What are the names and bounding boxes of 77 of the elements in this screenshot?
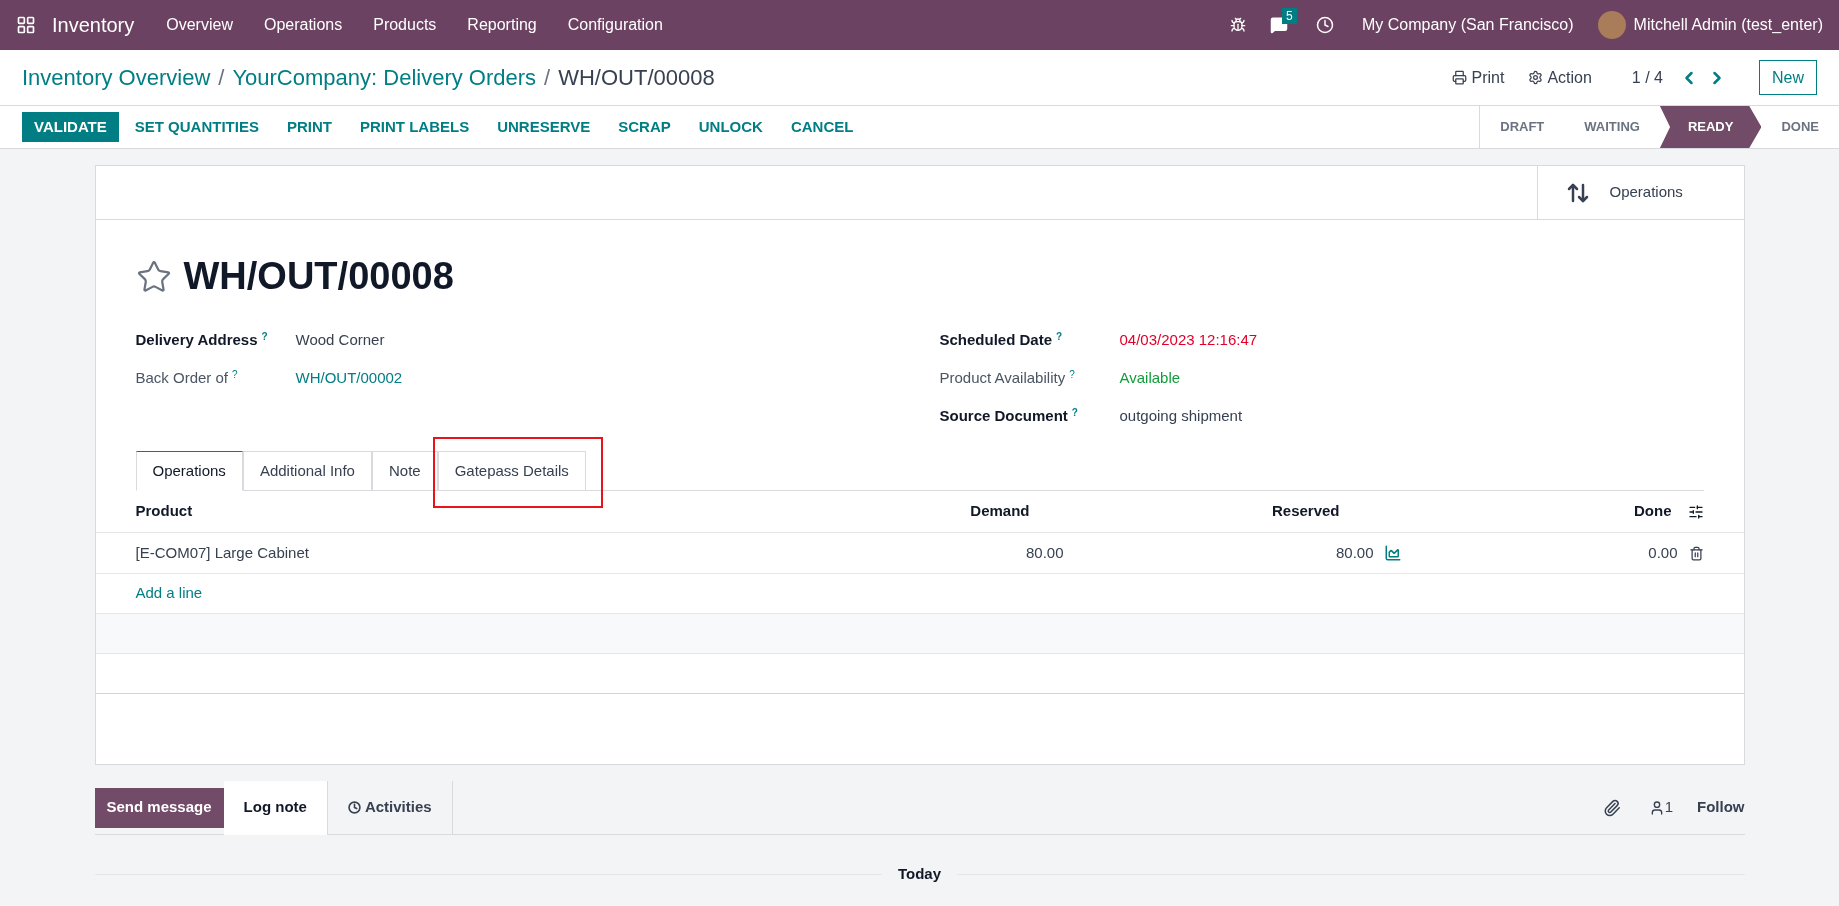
message-count: 5 (1281, 8, 1297, 24)
send-message-button[interactable]: Send message (94, 787, 224, 828)
printer-icon (1452, 70, 1468, 85)
debug-icon[interactable] (1229, 17, 1246, 33)
breadcrumb-link[interactable]: YourCompany: Delivery Orders (232, 61, 537, 94)
menu-item[interactable]: Configuration (567, 13, 663, 37)
form-tab[interactable]: Additional Info (242, 451, 372, 491)
action-button[interactable]: CANCEL (778, 112, 866, 142)
add-line-link[interactable]: Add a line (135, 582, 203, 605)
forecast-chart-icon[interactable] (1383, 544, 1402, 562)
attachment-icon[interactable] (1602, 798, 1621, 817)
field-value[interactable]: WH/OUT/00002 (295, 366, 403, 390)
app-name[interactable]: Inventory (52, 10, 135, 40)
menu-item[interactable]: Reporting (467, 13, 537, 37)
field-label: Scheduled Date $^{?}$ (939, 329, 1064, 350)
record-title: WH/OUT/00008 (183, 254, 454, 299)
field-value: Available (1119, 367, 1181, 388)
column-header[interactable]: Demand (909, 500, 1030, 523)
menu-item[interactable]: Operations (263, 13, 343, 37)
field-label: Back Order of $^{?}$ (135, 367, 239, 388)
apps-menu-icon[interactable] (16, 15, 36, 35)
table-cell-text: 80.00 (1334, 542, 1374, 563)
action-button[interactable]: SCRAP (606, 112, 683, 142)
field-value: outgoing shipment (1119, 405, 1243, 426)
star-icon[interactable] (135, 258, 172, 295)
breadcrumb-link[interactable]: Inventory Overview (22, 61, 211, 94)
form-tab[interactable]: Gatepass Details (437, 451, 586, 491)
menu-item[interactable]: Products (373, 13, 437, 37)
action-button[interactable]: SET QUANTITIES (122, 112, 271, 142)
action-button[interactable]: UNLOCK (686, 112, 775, 142)
log-note-tab[interactable]: Log note (223, 780, 327, 835)
form-tab[interactable]: Operations (135, 451, 243, 491)
breadcrumb-separator: / (544, 64, 551, 92)
delete-icon[interactable] (1688, 545, 1704, 561)
action-button[interactable]: UNRESERVE (485, 112, 603, 142)
user-menu[interactable]: Mitchell Admin (test_enter) (1633, 13, 1823, 37)
status-step[interactable]: DRAFT (1480, 106, 1565, 148)
clock-icon (347, 801, 361, 814)
activity-clock-icon[interactable] (1315, 16, 1334, 34)
help-icon[interactable]: ? (1069, 368, 1075, 380)
field-label: Source Document $^{?}$ (939, 405, 1079, 426)
print-button[interactable]: Print (1452, 65, 1505, 90)
breadcrumb-current: WH/OUT/00008 (558, 64, 715, 92)
new-button[interactable]: New (1759, 60, 1817, 95)
followers-button[interactable]: 1 (1648, 796, 1673, 819)
action-button[interactable]: VALIDATE (22, 112, 119, 142)
activities-tab[interactable]: Activities (326, 780, 453, 835)
settings-icon (1528, 70, 1544, 85)
company-switcher[interactable]: My Company (San Francisco) (1361, 13, 1574, 37)
column-header[interactable]: Done (1367, 500, 1676, 523)
action-button[interactable]: PRINT (274, 112, 344, 142)
action-button[interactable]: Action (1528, 65, 1592, 90)
pager-value: 1 / 4 (1631, 67, 1663, 88)
help-icon[interactable]: ? (261, 330, 268, 342)
field-value: Wood Corner (295, 329, 385, 350)
column-settings-icon[interactable] (1687, 503, 1704, 520)
action-button[interactable]: PRINT LABELS (347, 112, 482, 142)
operations-smart-button[interactable]: Operations (1536, 166, 1744, 219)
column-header[interactable]: Product (135, 500, 910, 523)
status-step[interactable]: READY (1659, 106, 1762, 148)
column-header[interactable]: Reserved (1029, 500, 1368, 523)
status-step[interactable]: DONE (1761, 106, 1839, 148)
help-icon[interactable]: ? (232, 368, 238, 380)
breadcrumb-separator: / (218, 64, 225, 92)
menu-item[interactable]: Overview (166, 13, 233, 37)
table-cell-text: [E-COM07] Large Cabinet (135, 542, 310, 563)
field-value: 04/03/2023 12:16:47 (1119, 329, 1258, 350)
help-icon[interactable]: ? (1071, 406, 1078, 418)
table-cell-text: 80.00 (1024, 542, 1064, 563)
field-label: Delivery Address $^{?}$ (135, 329, 269, 350)
status-step[interactable]: WAITING (1564, 106, 1660, 148)
help-icon[interactable]: ? (1056, 330, 1063, 342)
table-cell-text: 0.00 (1647, 542, 1679, 563)
field-label: Product Availability $^{?}$ (939, 367, 1076, 388)
follow-button[interactable]: Follow (1697, 796, 1745, 819)
date-separator: Today (896, 864, 943, 884)
form-tab[interactable]: Note (371, 451, 438, 491)
